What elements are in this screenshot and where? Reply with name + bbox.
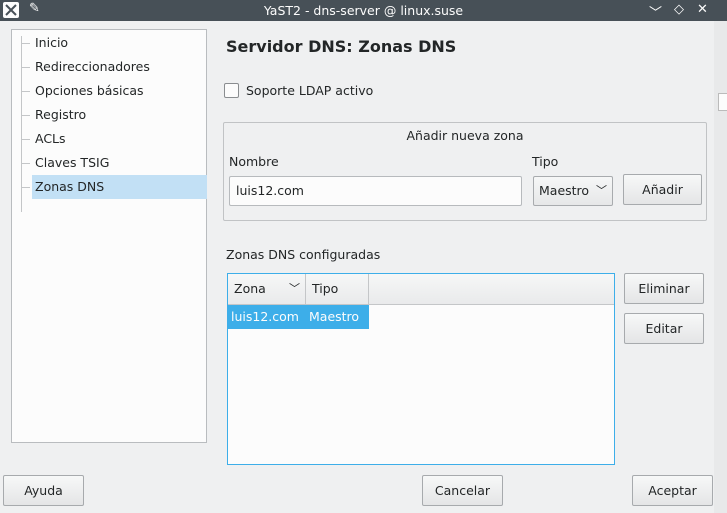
tree-item-label: Zonas DNS	[35, 179, 105, 194]
tree-item-zonas-dns[interactable]: Zonas DNS	[21, 175, 207, 199]
minimize-button[interactable]: ﹀	[649, 2, 662, 21]
configured-zones-label: Zonas DNS configuradas	[226, 247, 381, 262]
zones-table[interactable]: Zona ﹀ Tipo luis12.com Maestro	[227, 273, 615, 465]
tree-item-acls[interactable]: ACLs	[21, 127, 207, 151]
tree-item-label: Opciones básicas	[35, 83, 144, 98]
column-header-tipo[interactable]: Tipo	[306, 274, 369, 304]
tree-item-opciones-basicas[interactable]: Opciones básicas	[21, 79, 207, 103]
title-bar: ✎ YaST2 - dns-server @ linux.suse ﹀ ◇ ✕	[0, 0, 727, 21]
sort-chevron-icon: ﹀	[289, 282, 300, 295]
column-header-zona[interactable]: Zona ﹀	[228, 274, 306, 304]
cancel-button[interactable]: Cancelar	[422, 475, 503, 506]
table-header: Zona ﹀ Tipo	[228, 274, 614, 305]
tree-item-label: Claves TSIG	[35, 155, 110, 170]
tree-item-inicio[interactable]: Inicio	[21, 31, 207, 55]
zone-name-input[interactable]: luis12.com	[229, 176, 522, 206]
column-header-label: Zona	[234, 281, 266, 296]
tree-item-label: Inicio	[35, 35, 69, 50]
scroll-nub	[718, 93, 727, 111]
column-header-label: Tipo	[312, 281, 339, 296]
cell-tipo: Maestro	[309, 309, 360, 324]
name-label: Nombre	[229, 154, 279, 169]
maximize-button[interactable]: ◇	[674, 2, 684, 17]
zone-type-select[interactable]: Maestro ﹀	[533, 176, 613, 206]
add-zone-button[interactable]: Añadir	[623, 174, 702, 205]
page-title: Servidor DNS: Zonas DNS	[226, 37, 457, 56]
accept-button[interactable]: Aceptar	[632, 475, 713, 506]
tree-item-claves-tsig[interactable]: Claves TSIG	[21, 151, 207, 175]
tree-item-label: ACLs	[35, 131, 66, 146]
tree-line	[21, 36, 22, 212]
close-button[interactable]: ✕	[697, 2, 708, 17]
table-row[interactable]: luis12.com Maestro	[228, 305, 369, 329]
tree-item-label: Registro	[35, 107, 87, 122]
cell-zona: luis12.com	[231, 309, 299, 324]
chevron-down-icon: ﹀	[596, 184, 607, 197]
edit-zone-button[interactable]: Editar	[624, 313, 704, 344]
ldap-checkbox-label[interactable]: Soporte LDAP activo	[246, 83, 373, 98]
window-title: YaST2 - dns-server @ linux.suse	[263, 3, 464, 18]
type-label: Tipo	[532, 154, 559, 169]
navigation-tree[interactable]: Inicio Redireccionadores Opciones básica…	[11, 29, 207, 443]
ldap-checkbox[interactable]	[224, 83, 239, 98]
tree-item-label: Redireccionadores	[35, 59, 150, 74]
help-button[interactable]: Ayuda	[3, 475, 84, 506]
zone-type-value: Maestro	[539, 183, 590, 198]
tree-item-registro[interactable]: Registro	[21, 103, 207, 127]
background-window-edge	[714, 21, 727, 513]
add-zone-title: Añadir nueva zona	[406, 128, 524, 143]
tree-item-redireccionadores[interactable]: Redireccionadores	[21, 55, 207, 79]
delete-zone-button[interactable]: Eliminar	[624, 273, 704, 304]
